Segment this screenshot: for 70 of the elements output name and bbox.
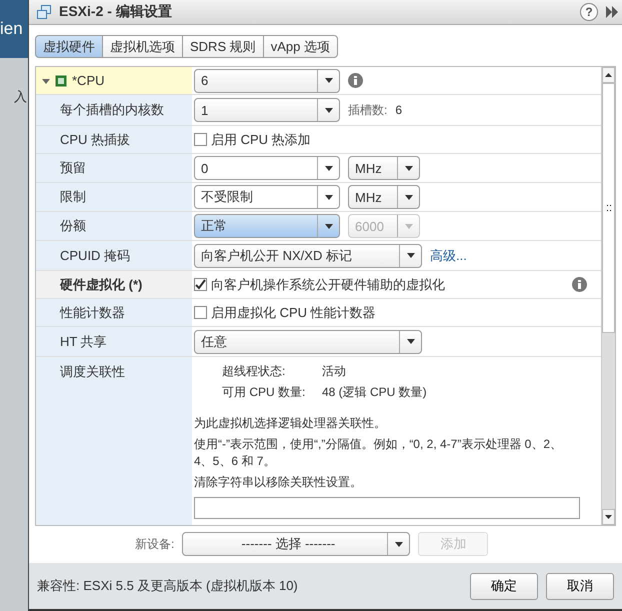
dropdown[interactable]: 0 <box>194 156 340 180</box>
checkbox-label: 启用 CPU 热添加 <box>211 130 311 148</box>
info-icon <box>572 277 587 292</box>
info-icon <box>348 73 363 88</box>
socket-count-label: 插槽数: <box>348 102 388 118</box>
tab[interactable]: 虚拟机选项 <box>102 35 183 58</box>
window-title: ESXi-2 - 编辑设置 <box>59 3 173 21</box>
row-label: 调度关联性 <box>60 363 125 381</box>
caret-icon <box>404 166 412 170</box>
socket-count: 6 <box>395 103 402 117</box>
caret-icon <box>324 108 332 112</box>
row-label: 每个插槽的内核数 <box>60 101 164 119</box>
chip-icon <box>55 74 67 86</box>
row-label: *CPU <box>72 73 105 88</box>
dialog-button[interactable]: 取消 <box>546 572 614 600</box>
caret-icon <box>324 224 332 228</box>
fact-label: 可用 CPU 数量: <box>222 384 306 401</box>
caret-icon <box>406 253 414 258</box>
dropdown[interactable]: 1 <box>194 98 340 122</box>
dropdown[interactable]: 6 <box>194 68 340 92</box>
compatibility-text: 兼容性: ESXi 5.5 及更高版本 (虚拟机版本 10) <box>37 577 299 595</box>
expand-caret-icon[interactable] <box>42 76 50 84</box>
row-label: CPU 热插拔 <box>60 130 130 148</box>
help-text: 为此虚拟机选择逻辑处理器关联性。 <box>194 415 387 432</box>
new-device-label: 新设备: <box>135 536 174 552</box>
caret-icon <box>324 166 332 170</box>
tab[interactable]: SDRS 规则 <box>182 35 264 58</box>
dropdown[interactable]: 向客户机公开 NX/XD 标记 <box>194 244 422 268</box>
app-tab-fragment: 入 <box>14 89 27 104</box>
checkbox-label: 启用虚拟化 CPU 性能计数器 <box>211 304 376 322</box>
checkbox[interactable] <box>194 278 207 291</box>
device-dropdown[interactable]: ------- 选择 ------- <box>182 532 410 556</box>
caret-icon <box>324 78 332 83</box>
row-label: 限制 <box>60 188 86 206</box>
unit-dropdown[interactable]: MHz <box>348 185 420 209</box>
help-text: 使用“-”表示范围，使用“,”分隔值。例如，“0, 2, 4-7”表示处理器 0、2、4、5、6 和 7。 <box>194 436 564 470</box>
tab[interactable]: vApp 选项 <box>262 35 338 58</box>
caret-icon <box>404 224 412 228</box>
checkbox[interactable] <box>194 133 207 146</box>
row-label: 性能计数器 <box>60 304 125 322</box>
scrollbar[interactable] <box>601 67 615 525</box>
fact-value: 活动 <box>322 363 347 380</box>
help-text: 清除字符串以移除关联性设置。 <box>194 474 363 491</box>
dropdown[interactable]: 正常 <box>194 214 340 238</box>
row-label: 份额 <box>60 217 86 235</box>
dropdown[interactable]: 不受限制 <box>194 185 340 209</box>
unit-dropdown[interactable]: MHz <box>348 156 420 180</box>
advanced-link[interactable]: 高级... <box>430 246 467 264</box>
row-label: 预留 <box>60 159 86 177</box>
caret-icon <box>404 194 412 200</box>
row-label: CPUID 掩码 <box>60 246 130 264</box>
fact-value: 48 (逻辑 CPU 数量) <box>322 384 428 401</box>
row-label: 硬件虚拟化 (*) <box>60 276 142 294</box>
double-arrow-icon[interactable] <box>606 6 618 18</box>
tab[interactable]: 虚拟硬件 <box>35 35 103 58</box>
scroll-down-icon[interactable] <box>605 515 612 519</box>
app-title-fragment: ien <box>0 0 28 58</box>
vm-icon <box>37 5 51 19</box>
caret-icon <box>394 542 403 546</box>
caret-icon <box>324 194 332 200</box>
affinity-input-field[interactable] <box>194 497 580 519</box>
caret-icon <box>406 339 414 344</box>
help-button[interactable]: ? <box>580 3 598 21</box>
dialog-button[interactable]: 确定 <box>470 572 538 600</box>
row-label: HT 共享 <box>60 332 107 350</box>
scroll-up-icon[interactable] <box>605 73 612 77</box>
checkbox-label: 向客户机操作系统公开硬件辅助的虚拟化 <box>211 276 445 294</box>
dropdown[interactable]: 任意 <box>194 330 422 354</box>
checkbox[interactable] <box>194 306 207 319</box>
fact-label: 超线程状态: <box>222 363 286 380</box>
